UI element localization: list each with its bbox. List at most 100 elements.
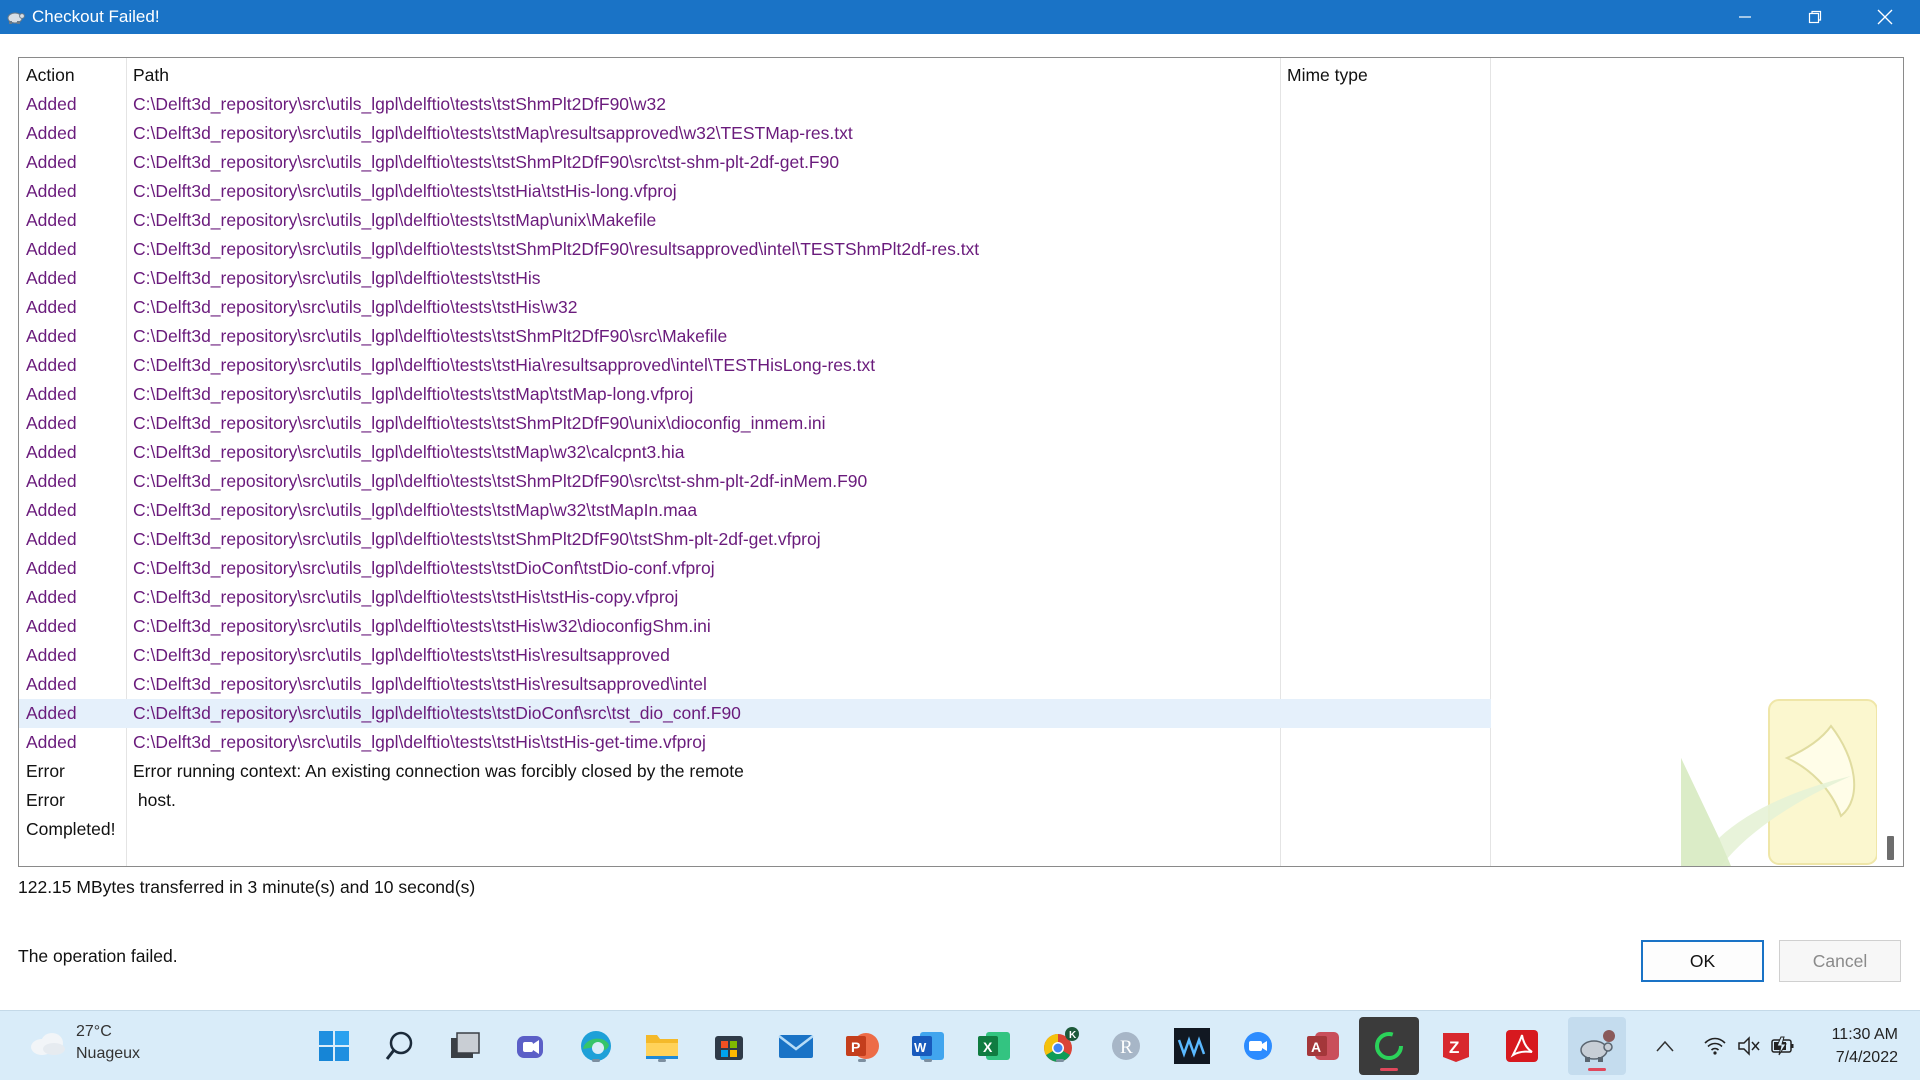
battery-button[interactable] [1768, 1011, 1798, 1081]
store-button[interactable] [709, 1026, 749, 1066]
tortoise-icon [1580, 1030, 1615, 1062]
svg-text:A: A [1311, 1039, 1321, 1055]
waves-app-button[interactable] [1172, 1026, 1212, 1066]
acrobat-button[interactable] [1502, 1026, 1542, 1066]
log-row[interactable]: Added C:\Delft3d_repository\src\utils_lgp… [19, 612, 1491, 641]
log-row-action: Added [26, 268, 77, 288]
vertical-scrollbar[interactable] [1877, 58, 1903, 866]
log-row-path: C:\Delft3d_repository\src\utils_lgpl\del… [133, 94, 666, 114]
log-row[interactable]: Added C:\Delft3d_repository\src\utils_lgp… [19, 264, 1491, 293]
log-row[interactable]: Added C:\Delft3d_repository\src\utils_lgp… [19, 670, 1491, 699]
svg-text:X: X [983, 1039, 993, 1055]
word-button[interactable]: W [908, 1026, 948, 1066]
edge-icon [581, 1031, 611, 1061]
file-explorer-button[interactable] [642, 1026, 682, 1066]
r-icon: R [1112, 1032, 1140, 1060]
checkout-log-list[interactable]: Action Path Mime type Added C:\Delft3d_re… [18, 57, 1904, 867]
log-row-action: Added [26, 471, 77, 491]
log-row-path: C:\Delft3d_repository\src\utils_lgpl\del… [133, 558, 715, 578]
log-row[interactable]: Added C:\Delft3d_repository\src\utils_lgp… [19, 177, 1491, 206]
log-row-path: C:\Delft3d_repository\src\utils_lgpl\del… [133, 587, 679, 607]
ok-button[interactable]: OK [1641, 940, 1764, 982]
log-row-path: Error running context: An existing conne… [133, 761, 744, 781]
tortoise-taskbar-button[interactable] [1568, 1017, 1626, 1075]
log-row-action: Added [26, 326, 77, 346]
weather-widget[interactable]: 27°C Nuageux [28, 1021, 140, 1065]
log-row[interactable]: Added C:\Delft3d_repository\src\utils_lgp… [19, 119, 1491, 148]
log-row-action: Added [26, 413, 77, 433]
log-row[interactable]: Added C:\Delft3d_repository\src\utils_lgp… [19, 699, 1491, 728]
svg-text:W: W [914, 1040, 927, 1055]
mail-button[interactable] [776, 1026, 816, 1066]
system-clock[interactable]: 11:30 AM 7/4/2022 [1832, 1023, 1898, 1069]
svg-text:P: P [851, 1039, 860, 1055]
search-icon [385, 1031, 413, 1060]
log-row[interactable]: Added C:\Delft3d_repository\src\utils_lgp… [19, 90, 1491, 119]
scrollbar-thumb[interactable] [1887, 836, 1894, 860]
log-row[interactable]: Added C:\Delft3d_repository\src\utils_lgp… [19, 322, 1491, 351]
log-row[interactable]: Completed! [19, 815, 1491, 844]
log-row[interactable]: Added C:\Delft3d_repository\src\utils_lgp… [19, 496, 1491, 525]
excel-button[interactable]: X [974, 1026, 1014, 1066]
start-button[interactable] [314, 1026, 354, 1066]
svg-text:K: K [1069, 1030, 1077, 1041]
log-row[interactable]: Added C:\Delft3d_repository\src\utils_lgp… [19, 293, 1491, 322]
volume-button[interactable] [1734, 1011, 1764, 1081]
powerpoint-button[interactable]: P [842, 1026, 882, 1066]
log-row[interactable]: Added C:\Delft3d_repository\src\utils_lgp… [19, 525, 1491, 554]
log-row-action: Added [26, 94, 77, 114]
log-row-action: Error [26, 790, 65, 810]
log-row[interactable]: Added C:\Delft3d_repository\src\utils_lgp… [19, 583, 1491, 612]
log-row-action: Added [26, 703, 77, 723]
log-row-action: Completed! [26, 819, 116, 839]
title-bar: Checkout Failed! [0, 0, 1920, 34]
log-row-action: Added [26, 123, 77, 143]
log-row[interactable]: Added C:\Delft3d_repository\src\utils_lgp… [19, 438, 1491, 467]
log-row-path: C:\Delft3d_repository\src\utils_lgpl\del… [133, 500, 698, 520]
cancel-button[interactable]: Cancel [1779, 940, 1901, 982]
log-row-action: Added [26, 529, 77, 549]
z-app-button[interactable]: Z [1436, 1026, 1476, 1066]
task-view-button[interactable] [445, 1026, 485, 1066]
r-app-button[interactable]: R [1106, 1026, 1146, 1066]
column-header-path[interactable]: Path [133, 58, 169, 92]
show-hidden-icons-button[interactable] [1650, 1011, 1680, 1081]
log-row[interactable]: Added C:\Delft3d_repository\src\utils_lgp… [19, 409, 1491, 438]
edge-button[interactable] [576, 1026, 616, 1066]
running-indicator [658, 1059, 666, 1062]
column-header-mime[interactable]: Mime type [1287, 58, 1368, 92]
log-row[interactable]: Added C:\Delft3d_repository\src\utils_lgp… [19, 148, 1491, 177]
zoom-button[interactable] [1238, 1026, 1278, 1066]
log-row[interactable]: Error Error running context: An existing … [19, 757, 1491, 786]
minimize-button[interactable] [1710, 0, 1780, 34]
loader-app-button[interactable] [1359, 1017, 1419, 1075]
log-row[interactable]: Added C:\Delft3d_repository\src\utils_lgp… [19, 554, 1491, 583]
access-button[interactable]: A [1303, 1026, 1343, 1066]
log-row-action: Added [26, 587, 77, 607]
log-row-path: host. [133, 790, 176, 810]
log-row[interactable]: Added C:\Delft3d_repository\src\utils_lgp… [19, 467, 1491, 496]
restore-button[interactable] [1780, 0, 1850, 34]
running-indicator [858, 1059, 866, 1062]
log-row[interactable]: Added C:\Delft3d_repository\src\utils_lgp… [19, 641, 1491, 670]
wifi-icon [1704, 1037, 1726, 1055]
teams-button[interactable] [510, 1026, 550, 1066]
log-row[interactable]: Added C:\Delft3d_repository\src\utils_lgp… [19, 235, 1491, 264]
log-row[interactable]: Added C:\Delft3d_repository\src\utils_lgp… [19, 728, 1491, 757]
chrome-button[interactable]: K [1040, 1026, 1080, 1066]
log-row-action: Added [26, 152, 77, 172]
log-row-path: C:\Delft3d_repository\src\utils_lgpl\del… [133, 471, 868, 491]
log-row[interactable]: Added C:\Delft3d_repository\src\utils_lgp… [19, 206, 1491, 235]
log-row[interactable]: Error host. [19, 786, 1491, 815]
column-header-action[interactable]: Action [26, 58, 75, 92]
log-row[interactable]: Added C:\Delft3d_repository\src\utils_lgp… [19, 351, 1491, 380]
taskbar-search-button[interactable] [380, 1026, 420, 1066]
wifi-button[interactable] [1700, 1011, 1730, 1081]
z-app-icon: Z [1443, 1033, 1469, 1062]
log-row-action: Added [26, 616, 77, 636]
log-row[interactable]: Added C:\Delft3d_repository\src\utils_lgp… [19, 380, 1491, 409]
close-button[interactable] [1850, 0, 1920, 34]
log-row-path: C:\Delft3d_repository\src\utils_lgpl\del… [133, 674, 707, 694]
tortoise-watermark-icon [1681, 699, 1878, 866]
teams-icon [517, 1036, 543, 1058]
